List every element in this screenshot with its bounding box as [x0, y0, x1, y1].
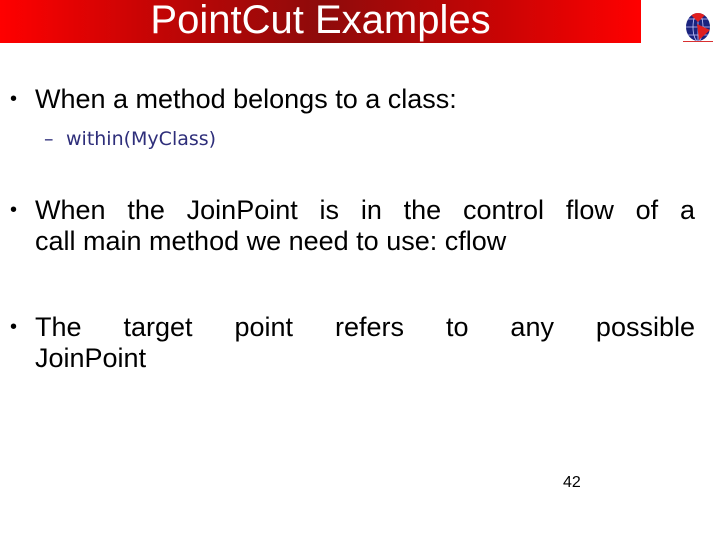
bullet-marker: • — [10, 316, 18, 338]
bullet-text: The target point refers to any possible … — [35, 312, 695, 374]
bullet-marker: • — [10, 199, 18, 221]
bullet-text-line: call main method we need to use: cflow — [35, 226, 507, 256]
bullet-text: When the JoinPoint is in the control flo… — [35, 195, 695, 257]
bullet-text-line: When the JoinPoint is in the control flo… — [35, 195, 695, 225]
bullet-marker: • — [10, 88, 18, 110]
page-number: 42 — [563, 474, 581, 491]
bullet-text-line: The target point refers to any possible — [35, 312, 695, 342]
sub-bullet-marker: – — [44, 128, 54, 150]
bullet-text: When a method belongs to a class: — [35, 84, 457, 114]
bullet-text-line: JoinPoint — [35, 343, 147, 373]
sub-bullet-item: – within(MyClass) — [44, 126, 216, 152]
sub-bullet-text: within(MyClass) — [66, 128, 217, 150]
logo-underline — [683, 41, 713, 42]
slide-title: PointCut Examples — [150, 0, 491, 42]
title-banner: PointCut Examples — [0, 0, 641, 43]
